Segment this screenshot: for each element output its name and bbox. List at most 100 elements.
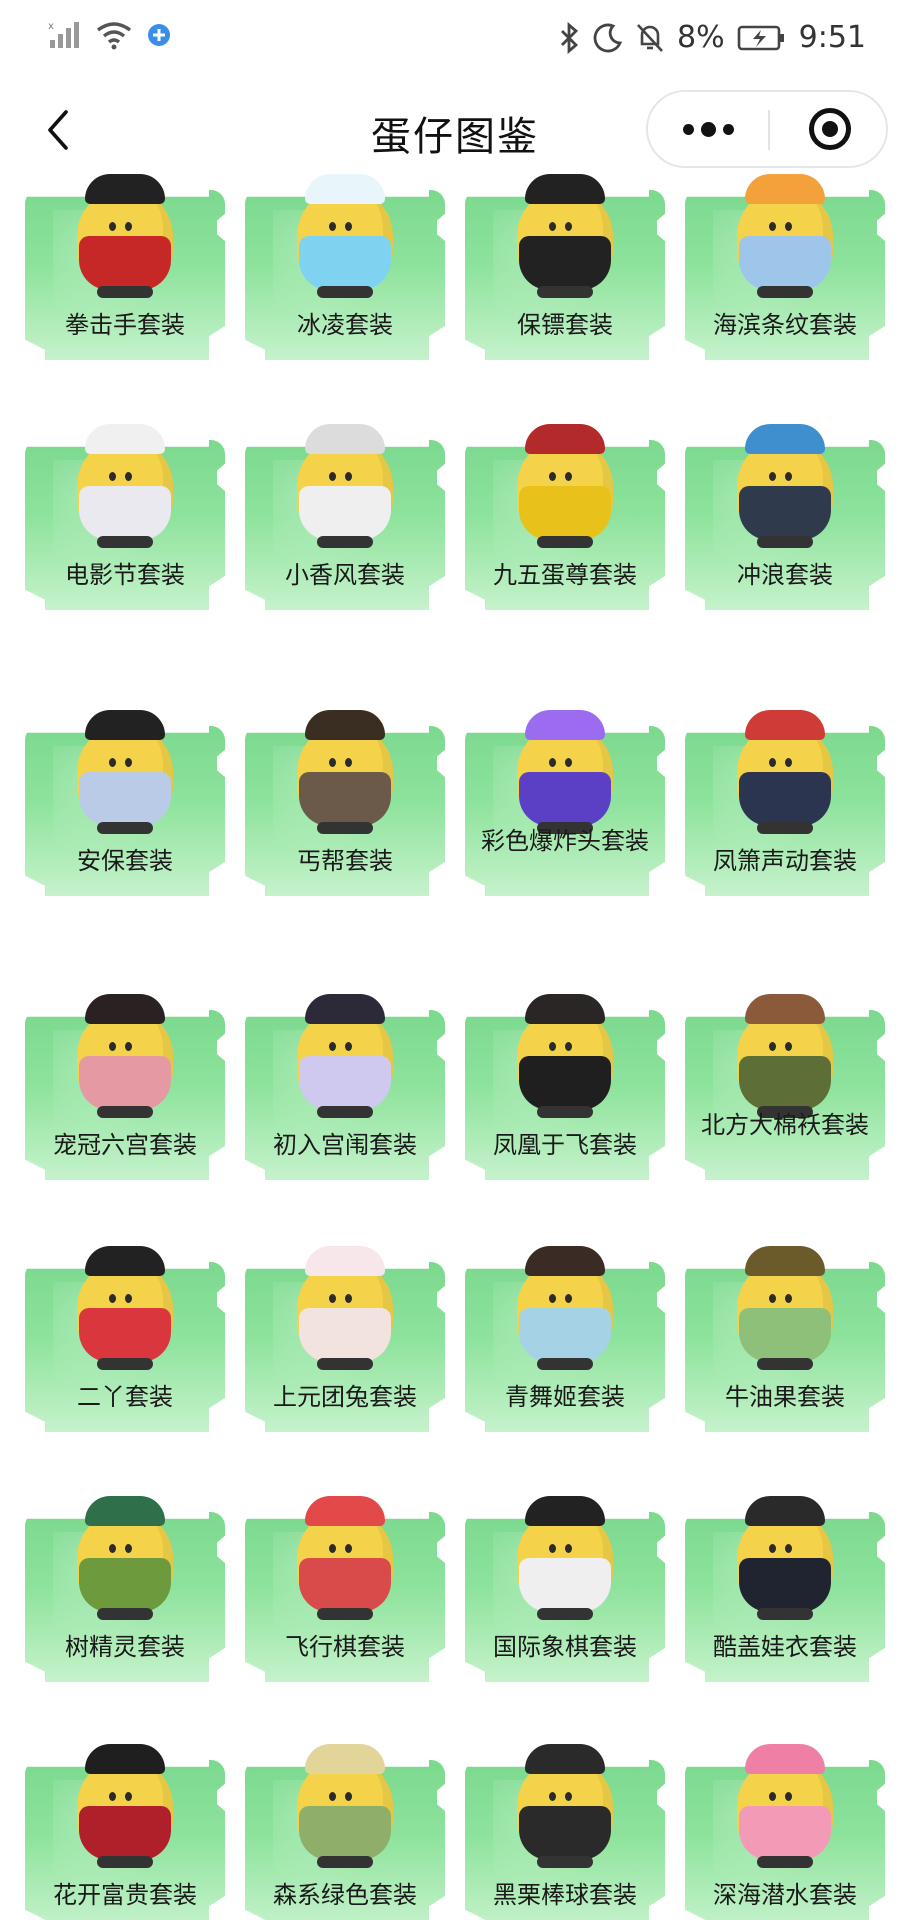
character-headwear: [305, 994, 385, 1024]
character-eye: [345, 1544, 352, 1553]
character-headwear: [305, 174, 385, 204]
character-eye: [329, 472, 336, 481]
character-outfit: [79, 1806, 171, 1860]
wifi-icon: [96, 22, 132, 50]
close-mini-program-button[interactable]: [772, 92, 888, 166]
outfit-card[interactable]: 九五蛋尊套装: [465, 424, 665, 610]
eggy-character-image: [505, 416, 625, 548]
character-feet: [537, 536, 593, 548]
eggy-character-image: [725, 702, 845, 834]
eggy-character-image: [505, 702, 625, 834]
character-outfit: [519, 1056, 611, 1110]
eggy-character-image: [725, 986, 845, 1118]
character-eye: [125, 1792, 132, 1801]
outfit-card[interactable]: 保镖套装: [465, 174, 665, 360]
character-feet: [317, 1106, 373, 1118]
outfit-card[interactable]: 初入宫闱套装: [245, 994, 445, 1180]
outfit-card[interactable]: 拳击手套装: [25, 174, 225, 360]
character-feet: [317, 1608, 373, 1620]
outfit-card[interactable]: 酷盖娃衣套装: [685, 1496, 885, 1682]
character-eye: [549, 222, 556, 231]
battery-charging-icon: [737, 25, 784, 50]
outfit-card[interactable]: 冲浪套装: [685, 424, 885, 610]
outfit-card[interactable]: 凤箫声动套装: [685, 710, 885, 896]
outfit-card[interactable]: 二丫套装: [25, 1246, 225, 1432]
outfit-name: 森系绿色套装: [273, 1881, 417, 1909]
character-feet: [757, 536, 813, 548]
outfit-card[interactable]: 青舞姬套装: [465, 1246, 665, 1432]
eggy-character-image: [285, 1488, 405, 1620]
character-headwear: [305, 424, 385, 454]
outfit-name: 九五蛋尊套装: [493, 561, 637, 589]
character-headwear: [525, 424, 605, 454]
outfit-card[interactable]: 牛油果套装: [685, 1246, 885, 1432]
character-feet: [97, 1358, 153, 1370]
eggy-character-image: [505, 1736, 625, 1868]
outfit-name: 青舞姬套装: [505, 1383, 625, 1411]
character-eye: [549, 472, 556, 481]
eggy-character-image: [505, 1488, 625, 1620]
character-headwear: [85, 1246, 165, 1276]
character-eye: [769, 472, 776, 481]
outfit-card[interactable]: 黑栗棒球套装: [465, 1744, 665, 1920]
eggy-character-image: [65, 416, 185, 548]
eggy-character-image: [65, 986, 185, 1118]
outfit-name: 北方大棉袄套装: [701, 1111, 869, 1139]
mute-bell-icon: [637, 23, 663, 52]
character-eye: [125, 1544, 132, 1553]
character-outfit: [299, 1308, 391, 1362]
eggy-character-image: [505, 986, 625, 1118]
character-feet: [537, 1358, 593, 1370]
character-eye: [565, 1544, 572, 1553]
eggy-character-image: [285, 1736, 405, 1868]
character-eye: [329, 1042, 336, 1051]
character-eye: [109, 472, 116, 481]
outfit-card[interactable]: 海滨条纹套装: [685, 174, 885, 360]
outfit-card[interactable]: 深海潜水套装: [685, 1744, 885, 1920]
character-eye: [769, 1042, 776, 1051]
character-outfit: [79, 1056, 171, 1110]
eggy-character-image: [65, 702, 185, 834]
character-eye: [345, 1042, 352, 1051]
outfit-name: 飞行棋套装: [285, 1633, 405, 1661]
outfit-card[interactable]: 上元团兔套装: [245, 1246, 445, 1432]
outfit-name: 深海潜水套装: [713, 1881, 857, 1909]
outfit-card[interactable]: 树精灵套装: [25, 1496, 225, 1682]
eggy-character-image: [285, 166, 405, 298]
character-eye: [785, 1042, 792, 1051]
outfit-card[interactable]: 电影节套装: [25, 424, 225, 610]
outfit-card[interactable]: 森系绿色套装: [245, 1744, 445, 1920]
outfit-card[interactable]: 国际象棋套装: [465, 1496, 665, 1682]
outfit-card[interactable]: 冰凌套装: [245, 174, 445, 360]
character-eye: [565, 1792, 572, 1801]
outfit-card[interactable]: 飞行棋套装: [245, 1496, 445, 1682]
more-button[interactable]: [648, 92, 768, 166]
outfit-card[interactable]: 安保套装: [25, 710, 225, 896]
outfit-card[interactable]: 北方大棉袄套装: [685, 994, 885, 1180]
character-eye: [345, 472, 352, 481]
character-eye: [109, 1042, 116, 1051]
character-eye: [549, 758, 556, 767]
character-headwear: [305, 1496, 385, 1526]
outfit-card[interactable]: 彩色爆炸头套装: [465, 710, 665, 896]
outfit-card[interactable]: 凤凰于飞套装: [465, 994, 665, 1180]
outfit-name: 花开富贵套装: [53, 1881, 197, 1909]
outfit-card[interactable]: 丐帮套装: [245, 710, 445, 896]
character-outfit: [299, 1806, 391, 1860]
character-eye: [785, 1792, 792, 1801]
outfit-card[interactable]: 宠冠六宫套装: [25, 994, 225, 1180]
character-headwear: [305, 1246, 385, 1276]
character-outfit: [79, 486, 171, 540]
character-headwear: [525, 174, 605, 204]
outfit-card[interactable]: 花开富贵套装: [25, 1744, 225, 1920]
character-outfit: [299, 772, 391, 826]
outfit-card[interactable]: 小香风套装: [245, 424, 445, 610]
mini-program-capsule: [646, 90, 888, 168]
character-feet: [757, 286, 813, 298]
character-eye: [565, 472, 572, 481]
outfit-name: 拳击手套装: [65, 311, 185, 339]
character-eye: [565, 1294, 572, 1303]
eggy-character-image: [285, 702, 405, 834]
character-headwear: [525, 994, 605, 1024]
character-outfit: [739, 486, 831, 540]
